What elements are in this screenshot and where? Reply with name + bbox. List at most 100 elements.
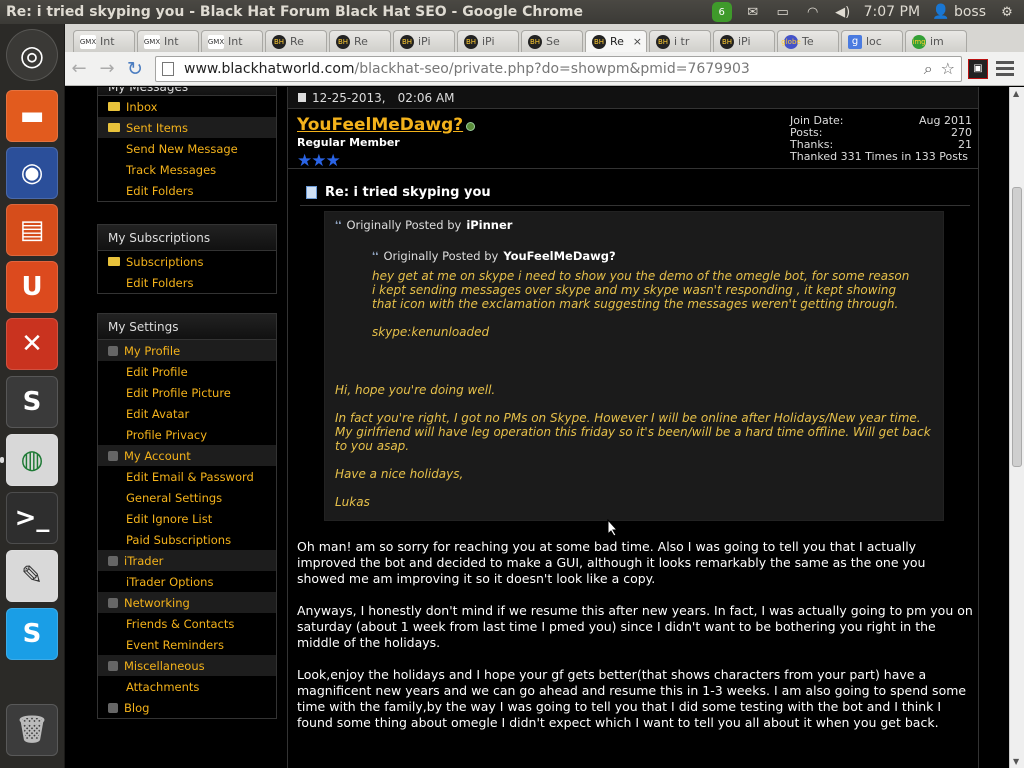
- sidebar-item-label: Blog: [124, 700, 150, 715]
- tab-6[interactable]: BH iPi: [457, 30, 519, 52]
- tab-label: Int: [228, 35, 243, 48]
- sidebar-item-label: Send New Message: [126, 141, 238, 156]
- forward-button[interactable]: →: [93, 55, 121, 83]
- sidebar-item-itrader-options[interactable]: iTrader Options: [98, 571, 276, 592]
- sidebar-item-itrader[interactable]: iTrader: [98, 550, 276, 571]
- paragraph: Anyways, I honestly don't mind if we res…: [297, 603, 973, 650]
- sidebar-heading: My Messages: [98, 87, 276, 96]
- sidebar-item-label: Subscriptions: [126, 254, 204, 269]
- sidebar-item-friends-contacts[interactable]: Friends & Contacts: [98, 613, 276, 634]
- sidebar-item-inbox[interactable]: Inbox: [98, 96, 276, 117]
- trash-icon[interactable]: 🗑: [6, 704, 58, 756]
- notification-badge-icon[interactable]: 6: [711, 2, 732, 22]
- favicon-icon: GMX: [208, 34, 224, 49]
- sidebar-item-blog[interactable]: Blog: [98, 697, 276, 718]
- settings-icon[interactable]: ✕: [6, 318, 58, 370]
- tab-label: Re: [610, 35, 624, 48]
- tab-10[interactable]: BH iPi: [713, 30, 775, 52]
- sidebar-item-label: My Profile: [124, 343, 181, 358]
- chrome-menu-icon[interactable]: [996, 61, 1014, 76]
- terminal-icon[interactable]: >_: [6, 492, 58, 544]
- quote-block: ❛❛ Originally Posted by iPinner ❛❛ Origi…: [324, 211, 944, 521]
- sidebar-item-label: Edit Profile: [126, 364, 188, 379]
- battery-icon[interactable]: ▭: [774, 4, 792, 20]
- scroll-down-icon[interactable]: ▼: [1013, 757, 1019, 766]
- folder-icon: [108, 123, 120, 132]
- arrow-right-icon: →: [99, 58, 115, 79]
- sidebar-item-general-settings[interactable]: General Settings: [98, 487, 276, 508]
- tab-label: loc: [866, 35, 882, 48]
- username-link[interactable]: YouFeelMeDawg?: [297, 115, 463, 135]
- wifi-icon[interactable]: ◠: [804, 4, 822, 20]
- sidebar-item-edit-folders[interactable]: Edit Folders: [98, 180, 276, 201]
- tab-11[interactable]: globe Te: [777, 30, 839, 52]
- sidebar-item-event-reminders[interactable]: Event Reminders: [98, 634, 276, 655]
- sidebar-item-profile-privacy[interactable]: Profile Privacy: [98, 424, 276, 445]
- reload-button[interactable]: ↻: [121, 55, 149, 83]
- sidebar-item-subscriptions[interactable]: Subscriptions: [98, 251, 276, 272]
- sidebar-item-networking[interactable]: Networking: [98, 592, 276, 613]
- url-path: /blackhat-seo/private.php?do=showpm&pmid…: [354, 60, 750, 77]
- sidebar-item-send-new-message[interactable]: Send New Message: [98, 138, 276, 159]
- quote-author[interactable]: YouFeelMeDawg?: [503, 249, 615, 263]
- tab-2[interactable]: GMX Int: [201, 30, 263, 52]
- tab-9[interactable]: BH i tr: [649, 30, 711, 52]
- volume-icon[interactable]: ◀): [834, 4, 852, 20]
- sidebar-item-miscellaneous[interactable]: Miscellaneous: [98, 655, 276, 676]
- quote-icon: ❛❛: [372, 250, 379, 262]
- skype-icon[interactable]: S: [6, 608, 58, 660]
- vertical-scrollbar[interactable]: ▲ ▼: [1009, 87, 1024, 768]
- sidebar-item-edit-ignore-list[interactable]: Edit Ignore List: [98, 508, 276, 529]
- sidebar-item-edit-profile[interactable]: Edit Profile: [98, 361, 276, 382]
- tab-7[interactable]: BH Se: [521, 30, 583, 52]
- sidebar-item-edit-folders[interactable]: Edit Folders: [98, 272, 276, 293]
- sidebar-item-edit-email-password[interactable]: Edit Email & Password: [98, 466, 276, 487]
- blog-icon: [108, 702, 118, 713]
- tab-3[interactable]: BH Re: [265, 30, 327, 52]
- document-icon: [306, 186, 317, 199]
- sublime-text-icon[interactable]: S: [6, 376, 58, 428]
- ubuntu-one-icon[interactable]: U: [6, 261, 58, 313]
- text-editor-icon[interactable]: ✎: [6, 550, 58, 602]
- tab-12[interactable]: g loc: [841, 30, 903, 52]
- close-tab-icon[interactable]: ×: [633, 35, 642, 48]
- firefox-icon[interactable]: ◉: [6, 147, 58, 199]
- search-icon[interactable]: ⌕: [924, 59, 933, 79]
- sidebar-item-paid-subscriptions[interactable]: Paid Subscriptions: [98, 529, 276, 550]
- sidebar-item-track-messages[interactable]: Track Messages: [98, 159, 276, 180]
- sidebar-item-my-account[interactable]: My Account: [98, 445, 276, 466]
- chrome-icon[interactable]: ◍: [6, 434, 58, 486]
- sidebar-item-sent-items[interactable]: Sent Items: [98, 117, 276, 138]
- quote-author[interactable]: iPinner: [466, 218, 512, 232]
- paragraph: Lukas: [335, 495, 370, 509]
- mouse-cursor-icon: [607, 519, 619, 537]
- tab-5[interactable]: BH iPi: [393, 30, 455, 52]
- scrollbar-thumb[interactable]: [1012, 187, 1022, 467]
- extension-icon[interactable]: ▣: [968, 58, 988, 79]
- dash-icon[interactable]: ◎: [6, 29, 58, 81]
- gear-icon[interactable]: ⚙: [998, 4, 1016, 20]
- files-icon[interactable]: ▬: [6, 90, 58, 142]
- clock[interactable]: 7:07 PM: [864, 4, 920, 20]
- favicon-icon: g: [848, 34, 862, 49]
- favicon-icon: img: [912, 34, 926, 49]
- divider: [300, 205, 970, 206]
- tab-4[interactable]: BH Re: [329, 30, 391, 52]
- star-icon[interactable]: ☆: [941, 59, 955, 79]
- sidebar-item-attachments[interactable]: Attachments: [98, 676, 276, 697]
- folder-icon: [108, 257, 120, 266]
- back-button[interactable]: ←: [65, 55, 93, 83]
- user-menu[interactable]: 👤 boss: [932, 4, 986, 20]
- tab-0[interactable]: GMX Int: [73, 30, 135, 52]
- mail-icon[interactable]: ✉: [744, 4, 762, 20]
- tab-13[interactable]: img im: [905, 30, 967, 52]
- sidebar-item-edit-profile-picture[interactable]: Edit Profile Picture: [98, 382, 276, 403]
- address-bar[interactable]: www.blackhatworld.com/blackhat-seo/priva…: [155, 55, 962, 82]
- tab-1[interactable]: GMX Int: [137, 30, 199, 52]
- scroll-up-icon[interactable]: ▲: [1013, 89, 1019, 98]
- sidebar-item-edit-avatar[interactable]: Edit Avatar: [98, 403, 276, 424]
- software-center-icon[interactable]: ▤: [6, 204, 58, 256]
- sidebar-item-label: My Account: [124, 448, 191, 463]
- tab-8[interactable]: BH Re ×: [585, 30, 647, 52]
- sidebar-item-my-profile[interactable]: My Profile: [98, 340, 276, 361]
